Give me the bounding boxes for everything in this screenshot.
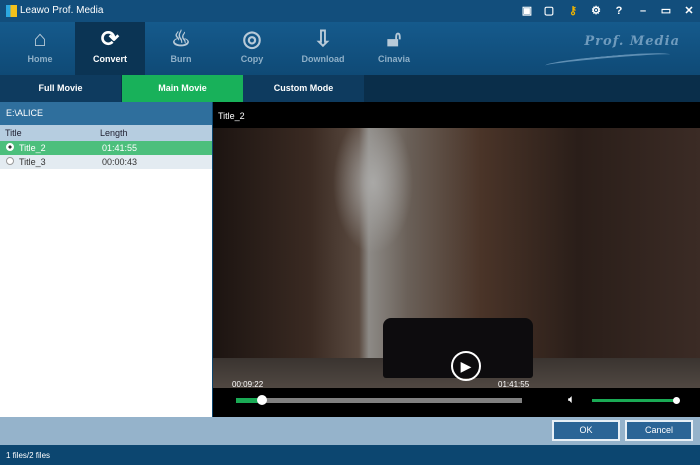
app-title: Leawo Prof. Media bbox=[20, 5, 104, 16]
maximize-icon[interactable]: ▭ bbox=[659, 4, 673, 18]
row-length: 01:41:55 bbox=[102, 143, 138, 153]
video-frame[interactable] bbox=[213, 128, 700, 388]
radio-selected[interactable] bbox=[6, 143, 14, 151]
disc-icon: ◎ bbox=[242, 26, 262, 51]
brand-swoosh bbox=[544, 50, 671, 70]
flame-icon: ♨ bbox=[171, 26, 191, 51]
play-button[interactable]: ▶ bbox=[451, 351, 481, 381]
nav-home[interactable]: ⌂ Home bbox=[5, 22, 75, 75]
row-title: Title_2 bbox=[19, 143, 46, 153]
column-title[interactable]: Title bbox=[5, 128, 22, 138]
nav-label: Copy bbox=[240, 54, 264, 64]
table-row[interactable]: Title_3 00:00:43 bbox=[0, 155, 212, 169]
tab-custom-mode[interactable]: Custom Mode bbox=[243, 75, 364, 102]
ok-button[interactable]: OK bbox=[552, 420, 620, 441]
brand-logo: Prof. Media bbox=[584, 34, 680, 49]
gear-icon[interactable]: ⚙ bbox=[589, 4, 603, 18]
nav-cinavia[interactable]: 🔓︎ Cinavia bbox=[359, 22, 429, 75]
volume-handle[interactable] bbox=[673, 397, 680, 404]
download-icon: ⇩ bbox=[313, 26, 333, 51]
video-preview-panel: Title_2 ▶ 00:09:22 01:41:55 🔈︎ bbox=[213, 102, 700, 417]
table-row[interactable]: Title_2 01:41:55 bbox=[0, 141, 212, 155]
preview-title: Title_2 bbox=[218, 111, 245, 121]
nav-copy[interactable]: ◎ Copy bbox=[217, 22, 287, 75]
radio-unselected[interactable] bbox=[6, 157, 14, 165]
unlock-icon: 🔓︎ bbox=[386, 26, 402, 51]
nav-label: Download bbox=[301, 54, 345, 64]
close-icon[interactable]: ✕ bbox=[682, 4, 696, 18]
seek-bar[interactable] bbox=[236, 395, 522, 405]
key-icon[interactable]: ⚷ bbox=[566, 4, 580, 18]
column-length[interactable]: Length bbox=[100, 128, 128, 138]
nav-download[interactable]: ⇩ Download bbox=[288, 22, 358, 75]
title-list-panel: E:\ALICE Title Length Title_2 01:41:55 T… bbox=[0, 102, 212, 417]
tab-main-movie[interactable]: Main Movie bbox=[122, 75, 243, 102]
cancel-button[interactable]: Cancel bbox=[625, 420, 693, 441]
title-bar: Leawo Prof. Media ▣ ▢ ⚷ ⚙ ? – ▭ ✕ bbox=[0, 0, 700, 22]
main-toolbar: ⌂ Home ⟳ Convert ♨ Burn ◎ Copy ⇩ Download 🔓︎ C… bbox=[0, 22, 700, 75]
volume-slider[interactable] bbox=[592, 397, 680, 404]
app-logo bbox=[6, 5, 17, 17]
row-title: Title_3 bbox=[19, 157, 46, 167]
help-icon[interactable]: ? bbox=[612, 4, 626, 18]
chat-icon[interactable]: ▢ bbox=[542, 4, 556, 18]
nav-label: Cinavia bbox=[377, 54, 410, 64]
current-time: 00:09:22 bbox=[232, 380, 264, 389]
source-path: E:\ALICE bbox=[0, 102, 212, 125]
convert-icon: ⟳ bbox=[100, 26, 120, 51]
home-icon: ⌂ bbox=[33, 26, 47, 51]
nav-label: Burn bbox=[170, 54, 192, 64]
dialog-footer: OK Cancel bbox=[0, 417, 700, 445]
total-time: 01:41:55 bbox=[498, 380, 530, 389]
nav-label: Home bbox=[27, 54, 53, 64]
volume-icon[interactable]: 🔈︎ bbox=[568, 392, 575, 407]
nav-burn[interactable]: ♨ Burn bbox=[146, 22, 216, 75]
column-header: Title Length bbox=[0, 125, 212, 141]
minimize-icon[interactable]: – bbox=[636, 4, 650, 18]
row-length: 00:00:43 bbox=[102, 157, 138, 167]
seek-handle[interactable] bbox=[256, 395, 267, 405]
mode-tabs: Full Movie Main Movie Custom Mode bbox=[0, 75, 700, 102]
monitor-icon[interactable]: ▣ bbox=[520, 4, 534, 18]
status-text: 1 files/2 files bbox=[6, 451, 51, 460]
tab-full-movie[interactable]: Full Movie bbox=[0, 75, 121, 102]
nav-label: Convert bbox=[92, 54, 127, 64]
nav-convert[interactable]: ⟳ Convert bbox=[75, 22, 145, 75]
